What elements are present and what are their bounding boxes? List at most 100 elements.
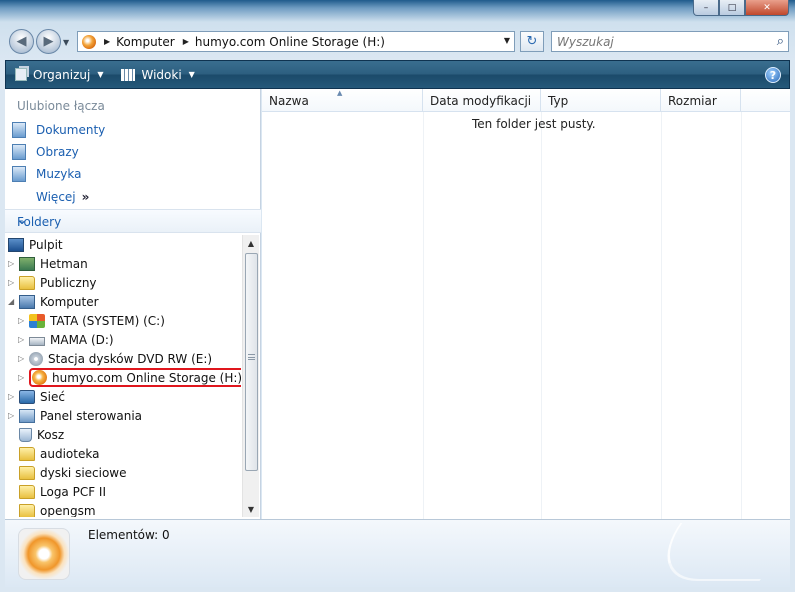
humyo-icon: [82, 34, 96, 49]
address-bar[interactable]: ▶ Komputer ▶ humyo.com Online Storage (H…: [77, 31, 515, 52]
close-button[interactable]: ✕: [745, 0, 789, 16]
organize-icon: [15, 68, 27, 81]
tree-item-label: Sieć: [40, 389, 65, 404]
column-divider: [661, 112, 662, 519]
column-header-size[interactable]: Rozmiar: [661, 89, 741, 112]
breadcrumb-current-drive[interactable]: humyo.com Online Storage (H:): [195, 35, 385, 49]
desktop-icon: [8, 237, 24, 252]
tree-item-loga-pcf[interactable]: Loga PCF II: [19, 482, 106, 501]
dvd-drive-icon: [29, 351, 43, 366]
expand-arrow-icon[interactable]: ▷: [18, 354, 27, 363]
humyo-icon: [32, 370, 47, 385]
breadcrumb-separator-icon[interactable]: ▶: [104, 37, 110, 46]
tree-item-recycle-bin[interactable]: Kosz: [19, 425, 64, 444]
documents-icon: [12, 122, 26, 138]
column-header-type[interactable]: Typ: [541, 89, 661, 112]
tree-item-drive-d[interactable]: ▷ MAMA (D:): [18, 330, 114, 349]
file-list-pane: Nazwa ▲ Data modyfikacji Typ Rozmiar Ten…: [262, 89, 790, 519]
tree-item-label: Panel sterowania: [40, 408, 142, 423]
favorite-links-heading: Ulubione łącza: [17, 99, 105, 113]
drive-icon: [29, 337, 45, 346]
minimize-button[interactable]: –: [693, 0, 719, 16]
tree-item-label: TATA (SYSTEM) (C:): [50, 313, 165, 328]
organize-menu[interactable]: Organizuj ▼: [15, 68, 103, 82]
column-divider: [423, 112, 424, 519]
tree-item-hetman[interactable]: ▷ Hetman: [8, 254, 88, 273]
column-divider: [741, 112, 742, 519]
tree-item-audioteka[interactable]: audioteka: [19, 444, 99, 463]
navigation-bar: ◀ ▶ ▼ ▶ Komputer ▶ humyo.com Online Stor…: [0, 26, 795, 56]
tree-item-label: Publiczny: [40, 275, 97, 290]
favorite-music[interactable]: Muzyka: [12, 166, 81, 182]
empty-folder-message: Ten folder jest pusty.: [472, 117, 596, 131]
forward-button[interactable]: ▶: [36, 29, 61, 54]
folders-header[interactable]: Foldery ⌄: [5, 209, 261, 233]
title-bar: – □ ✕: [0, 0, 795, 20]
column-label: Nazwa: [269, 94, 309, 108]
tree-item-control-panel[interactable]: ▷ Panel sterowania: [8, 406, 142, 425]
folder-icon: [19, 503, 35, 517]
navigation-pane: Ulubione łącza Dokumenty Obrazy Muzyka W…: [5, 89, 261, 519]
tree-item-label: MAMA (D:): [50, 332, 114, 347]
search-box[interactable]: ⌕: [551, 31, 789, 52]
tree-item-desktop[interactable]: Pulpit: [8, 235, 63, 254]
tree-item-label: humyo.com Online Storage (H:): [52, 370, 241, 385]
chevron-down-icon[interactable]: ⌄: [17, 213, 253, 227]
folder-tree-scrollbar[interactable]: ▲ ▼: [242, 235, 259, 517]
tree-item-network[interactable]: ▷ Sieć: [8, 387, 65, 406]
collapse-arrow-icon[interactable]: ◢: [8, 297, 17, 306]
favorite-label: Muzyka: [36, 167, 82, 181]
expand-arrow-icon[interactable]: ▷: [18, 373, 27, 382]
views-menu[interactable]: Widoki ▼: [121, 68, 195, 82]
breadcrumb-separator-icon[interactable]: ▶: [183, 37, 189, 46]
address-dropdown-icon[interactable]: ▼: [504, 36, 510, 45]
tree-item-label: Stacja dysków DVD RW (E:): [48, 351, 213, 366]
refresh-button[interactable]: ↻: [520, 31, 544, 52]
system-drive-icon: [29, 313, 45, 328]
search-input[interactable]: [557, 34, 757, 49]
favorite-pictures[interactable]: Obrazy: [12, 144, 79, 160]
column-header-date-modified[interactable]: Data modyfikacji: [423, 89, 541, 112]
help-icon[interactable]: ?: [765, 67, 781, 83]
tree-item-drive-e[interactable]: ▷ Stacja dysków DVD RW (E:): [18, 349, 212, 368]
expand-arrow-icon[interactable]: ▷: [8, 392, 17, 401]
sort-ascending-icon: ▲: [337, 89, 343, 97]
back-button[interactable]: ◀: [9, 29, 34, 54]
favorite-documents[interactable]: Dokumenty: [12, 122, 105, 138]
favorite-label: Obrazy: [36, 145, 79, 159]
window-controls: – □ ✕: [693, 0, 789, 16]
breadcrumb-computer[interactable]: Komputer: [116, 35, 175, 49]
tree-item-network-drives[interactable]: dyski sieciowe: [19, 463, 127, 482]
tree-item-label: Hetman: [40, 256, 88, 271]
search-icon[interactable]: ⌕: [777, 34, 784, 49]
selection-highlight[interactable]: humyo.com Online Storage (H:): [29, 368, 241, 387]
folder-icon: [19, 484, 35, 499]
column-header-name[interactable]: Nazwa ▲: [262, 89, 423, 112]
tree-item-public[interactable]: ▷ Publiczny: [8, 273, 97, 292]
details-pane: Elementów: 0: [5, 519, 795, 587]
expand-arrow-icon[interactable]: ▷: [8, 259, 17, 268]
column-divider: [541, 112, 542, 519]
tree-item-drive-c[interactable]: ▷ TATA (SYSTEM) (C:): [18, 311, 165, 330]
views-icon: [121, 68, 136, 81]
maximize-button[interactable]: □: [719, 0, 745, 16]
tree-item-drive-h[interactable]: ▷ humyo.com Online Storage (H:): [18, 368, 241, 387]
tree-item-label: Komputer: [40, 294, 99, 309]
folder-icon: [19, 465, 35, 480]
expand-arrow-icon[interactable]: ▷: [18, 316, 27, 325]
scroll-down-icon[interactable]: ▼: [243, 501, 259, 517]
more-links-button[interactable]: Więcej »: [36, 190, 89, 204]
tree-item-computer[interactable]: ◢ Komputer: [8, 292, 99, 311]
expand-arrow-icon[interactable]: ▷: [8, 278, 17, 287]
tree-item-label: audioteka: [40, 446, 100, 461]
tree-item-label: Kosz: [37, 427, 65, 442]
tree-item-opengsm[interactable]: opengsm: [19, 501, 96, 517]
expand-arrow-icon[interactable]: ▷: [18, 335, 27, 344]
control-panel-icon: [19, 408, 35, 423]
expand-arrow-icon[interactable]: ▷: [8, 411, 17, 420]
scroll-up-icon[interactable]: ▲: [243, 235, 259, 251]
recent-pages-dropdown[interactable]: ▼: [63, 38, 69, 47]
views-dropdown-icon: ▼: [188, 70, 195, 79]
scrollbar-thumb[interactable]: [245, 253, 258, 471]
column-label: Rozmiar: [668, 94, 717, 108]
